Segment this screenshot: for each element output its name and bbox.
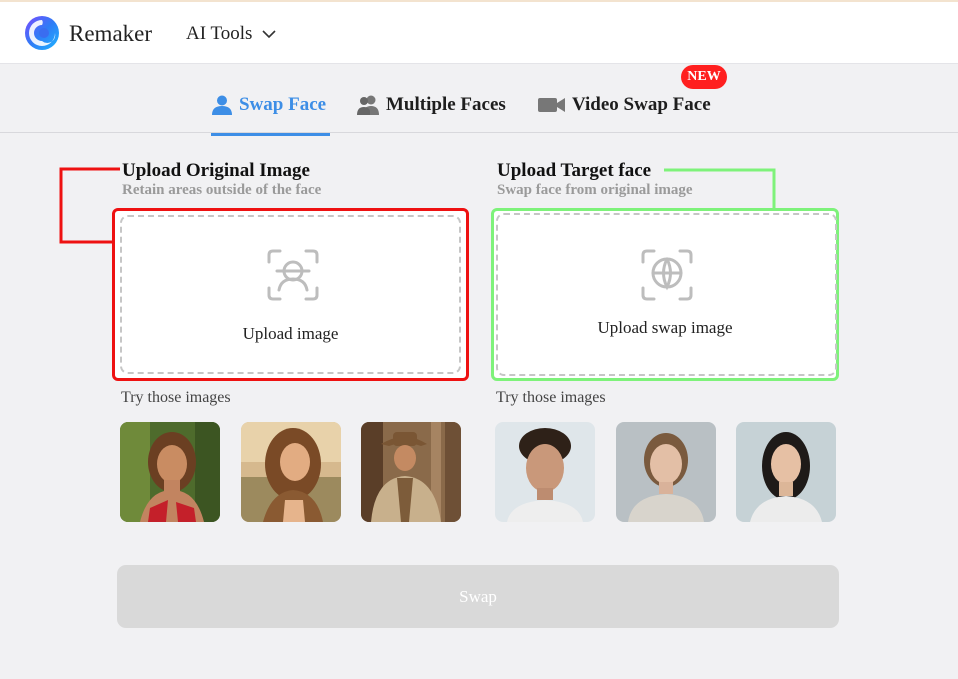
original-section-subtitle: Retain areas outside of the face (122, 182, 322, 198)
tab-video-swap-face-label: Video Swap Face (572, 94, 711, 115)
sample-target-2[interactable] (616, 422, 716, 522)
ai-tools-label: AI Tools (186, 23, 253, 44)
sample-original-3[interactable] (361, 422, 461, 522)
sample-target-3[interactable] (736, 422, 836, 522)
people-icon (357, 95, 379, 115)
sample-cowboy-image (361, 422, 461, 522)
upload-image-label: Upload image (242, 324, 339, 343)
active-tab-indicator (211, 133, 330, 136)
swap-button[interactable]: Swap (117, 565, 839, 628)
sample-man-curly-image (495, 422, 595, 522)
target-section-title: Upload Target face (497, 160, 652, 181)
app-header: Remaker AI Tools (0, 2, 958, 64)
sample-original-2[interactable] (241, 422, 341, 522)
face-scan-icon (267, 249, 319, 301)
tab-swap-face-label: Swap Face (239, 94, 327, 115)
chevron-down-icon (262, 30, 276, 39)
sample-woman-sweater-image (616, 422, 716, 522)
original-try-label: Try those images (121, 389, 231, 406)
sample-original-1[interactable] (120, 422, 220, 522)
upload-original-dropzone[interactable]: Upload image (112, 208, 469, 381)
tab-video-swap-face[interactable]: Video Swap Face (538, 92, 711, 118)
face-target-icon (641, 249, 693, 301)
new-badge: NEW (681, 65, 727, 89)
person-icon (212, 95, 232, 115)
sample-woman-sunset-image (241, 422, 341, 522)
upload-target-dropzone[interactable]: Upload swap image (491, 208, 839, 381)
brand-name[interactable]: Remaker (69, 21, 152, 47)
original-section-title: Upload Original Image (122, 160, 310, 181)
target-section-subtitle: Swap face from original image (497, 182, 693, 198)
target-try-label: Try those images (496, 389, 606, 406)
video-camera-icon (538, 98, 565, 112)
tab-swap-face[interactable]: Swap Face (211, 92, 326, 118)
sample-woman-tropical-image (120, 422, 220, 522)
upload-swap-image-label: Upload swap image (597, 318, 733, 337)
remaker-logo-icon[interactable] (24, 15, 60, 51)
tabs-divider (0, 132, 958, 133)
ai-tools-menu[interactable]: AI Tools (186, 23, 276, 45)
sample-woman-portrait-image (736, 422, 836, 522)
tab-multiple-faces[interactable]: Multiple Faces (356, 92, 506, 118)
sample-target-1[interactable] (495, 422, 595, 522)
tab-multiple-faces-label: Multiple Faces (386, 94, 506, 115)
